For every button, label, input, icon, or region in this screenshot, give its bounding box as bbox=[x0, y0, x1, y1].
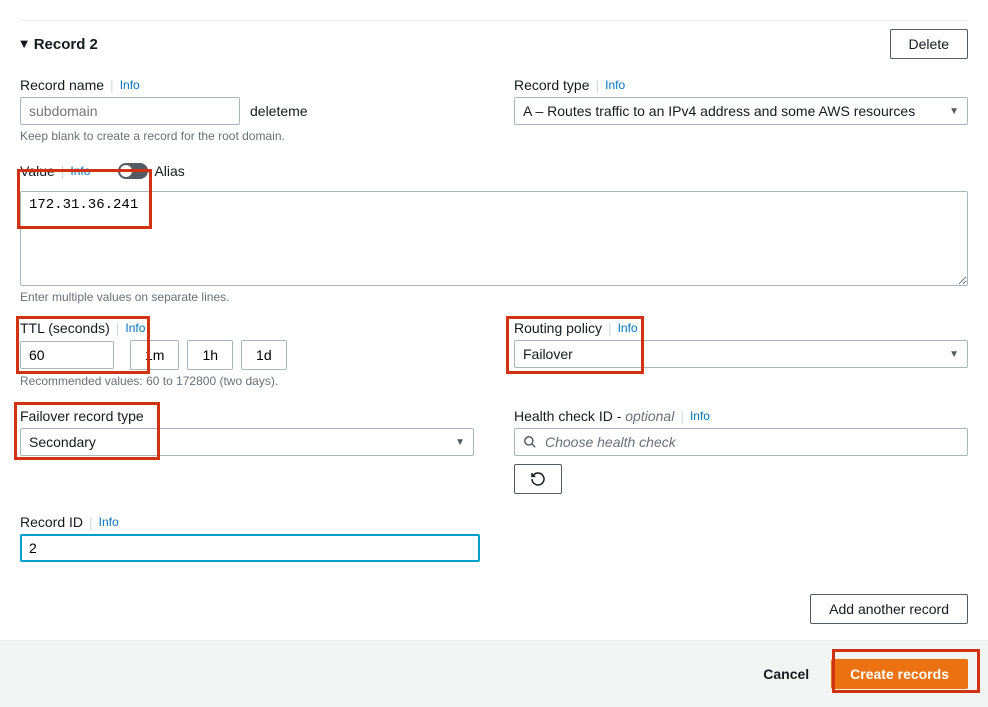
record-type-select[interactable]: A – Routes traffic to an IPv4 address an… bbox=[514, 97, 968, 125]
value-help: Enter multiple values on separate lines. bbox=[20, 290, 968, 304]
chevron-down-icon: ▼ bbox=[455, 437, 465, 448]
routing-label: Routing policy bbox=[514, 320, 602, 336]
routing-value: Failover bbox=[523, 346, 573, 362]
value-textarea[interactable] bbox=[20, 191, 968, 286]
toggle-knob bbox=[120, 165, 132, 177]
health-check-label: Health check ID - optional bbox=[514, 408, 674, 424]
section-header[interactable]: ▶ Record 2 bbox=[20, 36, 98, 53]
add-another-record-button[interactable]: Add another record bbox=[810, 594, 968, 624]
failover-type-label: Failover record type bbox=[20, 408, 144, 424]
section-title: Record 2 bbox=[34, 36, 98, 53]
ttl-info[interactable]: Info bbox=[125, 321, 145, 335]
record-type-info[interactable]: Info bbox=[605, 78, 625, 92]
cancel-button[interactable]: Cancel bbox=[753, 660, 819, 688]
record-name-help: Keep blank to create a record for the ro… bbox=[20, 129, 474, 143]
record-name-suffix: deleteme bbox=[250, 103, 308, 119]
chevron-down-icon: ▼ bbox=[949, 349, 959, 360]
alias-toggle[interactable] bbox=[118, 163, 148, 179]
record-id-input[interactable] bbox=[20, 534, 480, 562]
record-name-input[interactable] bbox=[20, 97, 240, 125]
ttl-input[interactable] bbox=[20, 341, 114, 369]
value-label: Value bbox=[20, 163, 55, 179]
health-check-select[interactable]: Choose health check bbox=[514, 428, 968, 456]
record-type-value: A – Routes traffic to an IPv4 address an… bbox=[523, 103, 915, 119]
record-id-label: Record ID bbox=[20, 514, 83, 530]
record-id-info[interactable]: Info bbox=[99, 515, 119, 529]
refresh-button[interactable] bbox=[514, 464, 562, 494]
failover-type-value: Secondary bbox=[29, 434, 96, 450]
ttl-label: TTL (seconds) bbox=[20, 320, 110, 336]
record-name-info[interactable]: Info bbox=[120, 78, 140, 92]
health-check-placeholder: Choose health check bbox=[545, 434, 676, 450]
record-name-label: Record name bbox=[20, 77, 104, 93]
chevron-down-icon: ▼ bbox=[949, 106, 959, 117]
ttl-1h-button[interactable]: 1h bbox=[187, 340, 233, 370]
ttl-help: Recommended values: 60 to 172800 (two da… bbox=[20, 374, 474, 388]
delete-button[interactable]: Delete bbox=[890, 29, 968, 59]
caret-down-icon: ▶ bbox=[18, 40, 29, 48]
record-type-label: Record type bbox=[514, 77, 589, 93]
failover-type-select[interactable]: Secondary ▼ bbox=[20, 428, 474, 456]
routing-select[interactable]: Failover ▼ bbox=[514, 340, 968, 368]
search-icon bbox=[523, 435, 537, 449]
create-records-button[interactable]: Create records bbox=[831, 659, 968, 689]
ttl-1d-button[interactable]: 1d bbox=[241, 340, 287, 370]
refresh-icon bbox=[530, 471, 546, 487]
health-check-info[interactable]: Info bbox=[690, 409, 710, 423]
alias-label: Alias bbox=[154, 163, 184, 179]
value-info[interactable]: Info bbox=[70, 164, 90, 178]
ttl-1m-button[interactable]: 1m bbox=[130, 340, 179, 370]
routing-info[interactable]: Info bbox=[618, 321, 638, 335]
